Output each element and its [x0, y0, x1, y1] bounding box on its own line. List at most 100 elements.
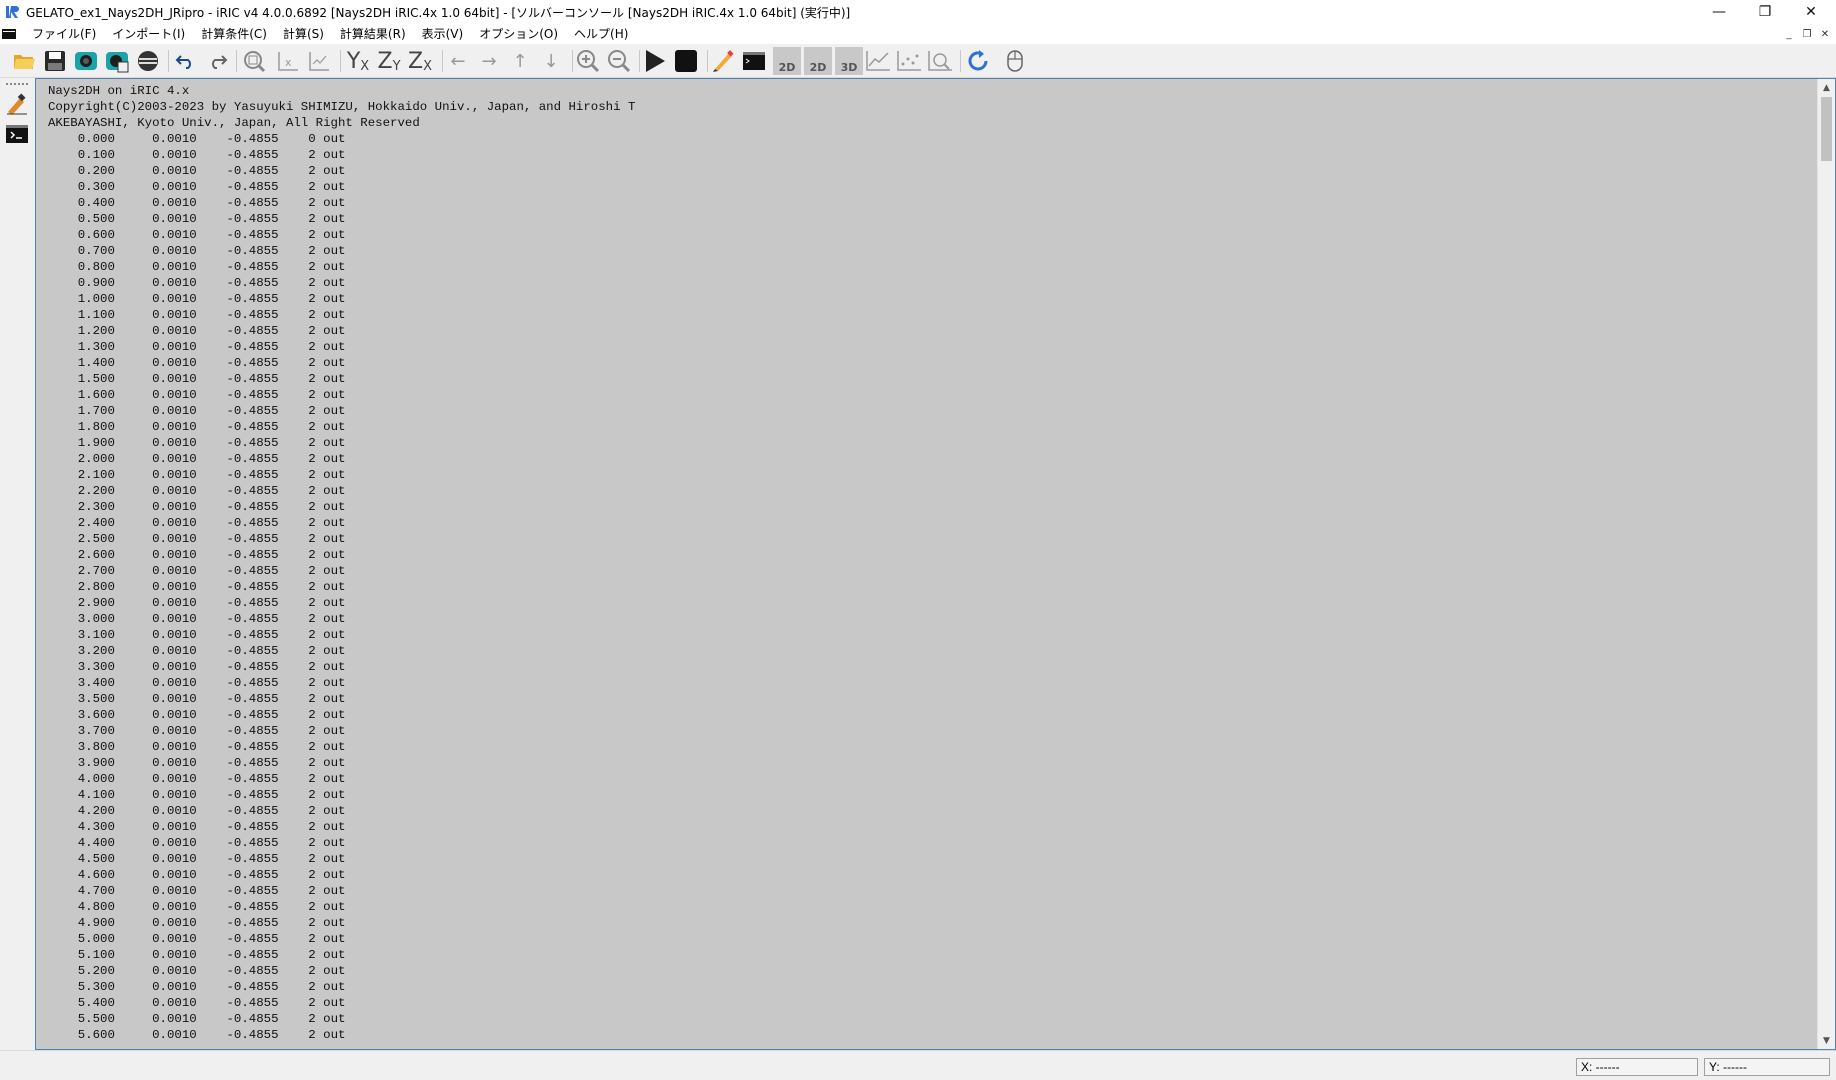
zoom-out-icon[interactable]: [605, 47, 633, 75]
menu-simulation[interactable]: 計算(S): [275, 24, 332, 44]
menu-view[interactable]: 表示(V): [414, 24, 472, 44]
zoom-graph-icon[interactable]: [926, 47, 954, 75]
console-cell: 2: [285, 820, 316, 834]
redo-icon[interactable]: [203, 47, 231, 75]
console-cell: 3.600: [48, 708, 115, 722]
scroll-down-icon[interactable]: ▼: [1818, 1032, 1835, 1049]
console-icon[interactable]: [740, 47, 768, 75]
mouse-icon[interactable]: [1001, 47, 1029, 75]
xy-axis-icon[interactable]: [305, 47, 333, 75]
close-window-button[interactable]: ✕: [1788, 0, 1834, 24]
menu-calc-conditions[interactable]: 計算条件(C): [193, 24, 275, 44]
console-cell: out: [323, 580, 346, 594]
camera-continuous-icon[interactable]: [103, 47, 131, 75]
menu-help[interactable]: ヘルプ(H): [566, 24, 636, 44]
refresh-icon[interactable]: [964, 47, 992, 75]
pen-icon[interactable]: [709, 47, 737, 75]
console-cell: 2.000: [48, 452, 115, 466]
console-cell: out: [323, 164, 346, 178]
console-cell: 2: [285, 340, 316, 354]
yx-view-icon[interactable]: YX: [344, 47, 372, 75]
console-output-line: 3.900 0.0010 -0.4855 2 out: [48, 755, 635, 771]
console-output-line: 0.800 0.0010 -0.4855 2 out: [48, 259, 635, 275]
console-cell: 1.900: [48, 436, 115, 450]
stop-icon[interactable]: [672, 47, 700, 75]
console-cell: 2: [285, 868, 316, 882]
console-cell: 1.700: [48, 404, 115, 418]
console-cell: 2: [285, 372, 316, 386]
scatter-graph-icon[interactable]: [895, 47, 923, 75]
console-header-line: Nays2DH on iRIC 4.x: [48, 84, 190, 98]
console-output-line: 5.100 0.0010 -0.4855 2 out: [48, 947, 635, 963]
console-output-line: 5.500 0.0010 -0.4855 2 out: [48, 1011, 635, 1027]
console-cell: 5.200: [48, 964, 115, 978]
console-cell: -0.4855: [204, 132, 279, 146]
move-up-icon[interactable]: ↑: [506, 47, 534, 75]
menu-file[interactable]: ファイル(F): [24, 24, 104, 44]
move-left-icon[interactable]: ←: [444, 47, 472, 75]
yx-main-label: Y: [346, 48, 361, 74]
zx-view-icon[interactable]: ZX: [406, 47, 434, 75]
x-axis-icon[interactable]: x: [274, 47, 302, 75]
2d-view-icon[interactable]: 2D: [773, 47, 801, 75]
console-vertical-scrollbar[interactable]: ▲ ▼: [1817, 79, 1835, 1049]
console-cell: 2.200: [48, 484, 115, 498]
console-cell: -0.4855: [204, 148, 279, 162]
restore-window-button[interactable]: ❐: [1742, 0, 1788, 24]
run-icon[interactable]: [641, 47, 669, 75]
mdi-system-menu-icon[interactable]: [2, 27, 18, 41]
console-cell: 0.0010: [122, 852, 197, 866]
console-cell: 2: [285, 628, 316, 642]
console-cell: -0.4855: [204, 692, 279, 706]
mdi-close-button[interactable]: ✕: [1818, 27, 1832, 41]
console-output-line: 0.500 0.0010 -0.4855 2 out: [48, 211, 635, 227]
undo-icon[interactable]: [172, 47, 200, 75]
2d-bird-view-icon[interactable]: 2D: [804, 47, 832, 75]
graph-icon[interactable]: [864, 47, 892, 75]
console-cell: -0.4855: [204, 356, 279, 370]
mdi-restore-button[interactable]: ❐: [1800, 27, 1814, 41]
zoom-in-icon[interactable]: [574, 47, 602, 75]
console-cell: out: [323, 900, 346, 914]
console-cell: 0.0010: [122, 180, 197, 194]
console-cell: out: [323, 916, 346, 930]
console-output-line: 5.300 0.0010 -0.4855 2 out: [48, 979, 635, 995]
console-cell: 2: [285, 388, 316, 402]
console-cell: out: [323, 660, 346, 674]
zy-view-icon[interactable]: ZY: [375, 47, 403, 75]
mdi-minimize-button[interactable]: _: [1782, 27, 1796, 41]
scroll-up-icon[interactable]: ▲: [1818, 79, 1835, 96]
zoom-fit-icon[interactable]: [240, 47, 268, 75]
app-window: GELATO_ex1_Nays2DH_JRipro - iRIC v4 4.0.…: [0, 0, 1836, 1080]
console-cell: 0.0010: [122, 756, 197, 770]
edit-pen-icon[interactable]: [4, 91, 30, 117]
console-output-line: 2.600 0.0010 -0.4855 2 out: [48, 547, 635, 563]
console-cell: 2: [285, 804, 316, 818]
console-cell: -0.4855: [204, 404, 279, 418]
console-cell: -0.4855: [204, 724, 279, 738]
console-cell: 0.0010: [122, 964, 197, 978]
console-cell: out: [323, 420, 346, 434]
toolstrip-grip[interactable]: [6, 83, 28, 86]
minimize-window-button[interactable]: —: [1696, 0, 1742, 24]
console-output-line: 3.200 0.0010 -0.4855 2 out: [48, 643, 635, 659]
save-icon[interactable]: [41, 47, 69, 75]
console-output-line: 4.200 0.0010 -0.4855 2 out: [48, 803, 635, 819]
console-cell: 5.400: [48, 996, 115, 1010]
menu-import[interactable]: インポート(I): [104, 24, 193, 44]
camera-icon[interactable]: [72, 47, 100, 75]
console-cell: out: [323, 212, 346, 226]
console-cell: 2: [285, 404, 316, 418]
3d-view-icon[interactable]: 3D: [835, 47, 863, 75]
console-cell: 2: [285, 276, 316, 290]
open-folder-icon[interactable]: [10, 47, 38, 75]
menu-results[interactable]: 計算結果(R): [332, 24, 414, 44]
no-entry-icon[interactable]: [134, 47, 162, 75]
move-right-icon[interactable]: →: [475, 47, 503, 75]
console-cell: -0.4855: [204, 212, 279, 226]
menu-options[interactable]: オプション(O): [471, 24, 566, 44]
console-cell: 5.300: [48, 980, 115, 994]
scroll-thumb[interactable]: [1821, 97, 1832, 161]
move-down-icon[interactable]: ↓: [537, 47, 565, 75]
solver-console-icon[interactable]: [4, 121, 30, 147]
